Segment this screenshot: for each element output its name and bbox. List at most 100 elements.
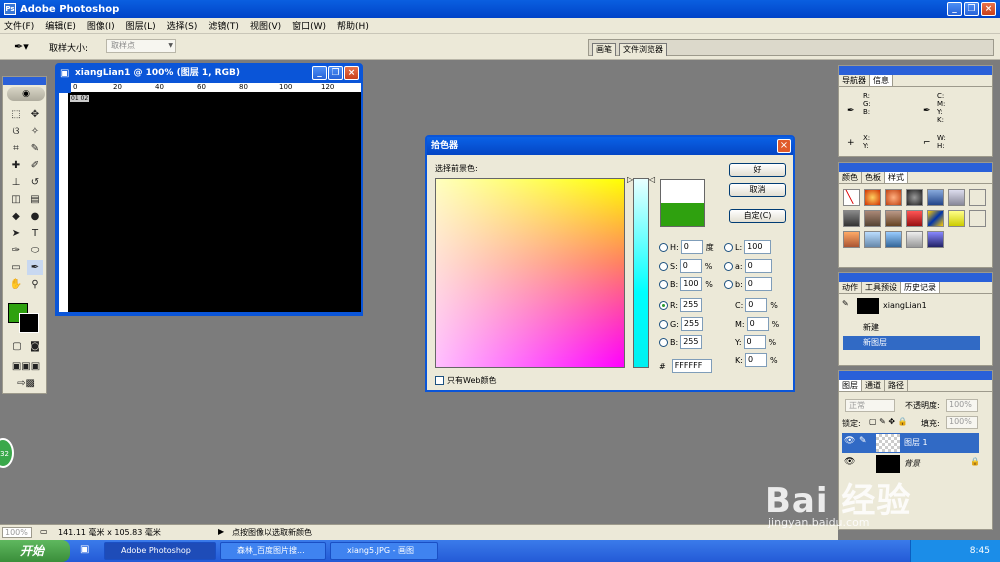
stamp-tool-icon[interactable]: ⊥ <box>8 175 24 190</box>
start-button[interactable]: 开始 <box>0 540 70 562</box>
show-desktop-icon[interactable]: ▣ <box>80 544 89 555</box>
history-item[interactable]: 新建 <box>843 321 983 335</box>
style-swatch[interactable] <box>885 189 902 206</box>
pen-tool-icon[interactable]: ✑ <box>8 243 24 258</box>
standard-mode-icon[interactable]: ▢ <box>9 339 25 354</box>
tab-info[interactable]: 信息 <box>870 75 893 86</box>
radio-a[interactable] <box>724 261 733 271</box>
tab-brushes[interactable]: 画笔 <box>592 43 616 56</box>
doc-minimize-button[interactable]: _ <box>312 66 327 80</box>
adobe-online-icon[interactable]: ◉ <box>7 87 45 101</box>
shape-tool-icon[interactable]: ⬭ <box>27 243 43 258</box>
maximize-button[interactable]: ❐ <box>964 2 979 16</box>
styles-panel-header[interactable] <box>839 163 992 172</box>
b-field[interactable]: 100 <box>680 277 703 291</box>
snapshot-name[interactable]: xiangLian1 <box>883 301 927 310</box>
style-swatch[interactable] <box>906 231 923 248</box>
menu-select[interactable]: 选择(S) <box>167 19 198 32</box>
radio-s[interactable] <box>659 261 668 271</box>
hue-slider[interactable] <box>633 178 649 368</box>
a-field[interactable]: 0 <box>744 259 772 273</box>
radio-r[interactable] <box>659 300 668 310</box>
screen-mode-icon[interactable]: ▣▣▣ <box>7 359 45 374</box>
hand-tool-icon[interactable]: ✋ <box>8 277 24 292</box>
menu-help[interactable]: 帮助(H) <box>337 19 369 32</box>
move-tool-icon[interactable]: ✥ <box>27 107 43 122</box>
cancel-button[interactable]: 取消 <box>729 183 786 197</box>
marquee-tool-icon[interactable]: ⬚ <box>8 107 24 122</box>
close-button[interactable]: × <box>981 2 996 16</box>
visibility-eye-icon[interactable]: 👁 <box>844 436 855 446</box>
doc-maximize-button[interactable]: ❐ <box>328 66 343 80</box>
eraser-tool-icon[interactable]: ◫ <box>8 192 24 207</box>
history-item-active[interactable]: 新图层 <box>843 336 980 350</box>
opacity-field[interactable]: 100% <box>946 399 978 412</box>
s-field[interactable]: 0 <box>679 259 702 273</box>
tab-paths[interactable]: 路径 <box>885 380 908 391</box>
radio-lab-b[interactable] <box>724 279 733 289</box>
status-arrow-icon[interactable]: ▶ <box>218 527 224 536</box>
task-paint[interactable]: xiang5.JPG - 画图 <box>330 542 438 560</box>
clock[interactable]: 8:45 <box>970 546 990 556</box>
background-color-swatch[interactable] <box>19 313 39 333</box>
history-panel-header[interactable] <box>839 273 992 282</box>
blend-mode-select[interactable]: 正常 <box>845 399 895 412</box>
sample-size-select[interactable]: 取样点 <box>106 39 176 53</box>
magic-wand-icon[interactable]: ✧ <box>27 124 43 139</box>
info-panel-header[interactable] <box>839 66 992 75</box>
path-select-icon[interactable]: ➤ <box>8 226 24 241</box>
menu-edit[interactable]: 编辑(E) <box>45 19 76 32</box>
lasso-tool-icon[interactable]: ଓ <box>8 124 24 139</box>
image-canvas[interactable]: 01 02 <box>69 93 361 312</box>
blue-field[interactable]: 255 <box>680 335 703 349</box>
slider-arrow-right-icon[interactable]: ◁ <box>649 175 655 184</box>
slice-tool-icon[interactable]: ✎ <box>27 141 43 156</box>
tab-navigator[interactable]: 导航器 <box>839 75 870 86</box>
doc-close-button[interactable]: × <box>344 66 359 80</box>
tab-styles[interactable]: 样式 <box>885 172 908 183</box>
side-badge[interactable]: 32 <box>0 438 14 468</box>
picker-close-button[interactable]: × <box>777 139 791 153</box>
slider-arrow-left-icon[interactable]: ▷ <box>627 175 633 184</box>
jump-to-imageready-icon[interactable]: ⇨▩ <box>7 376 45 391</box>
zoom-tool-icon[interactable]: ⚲ <box>27 277 43 292</box>
visibility-eye-icon[interactable]: 👁 <box>844 457 855 467</box>
y-field[interactable]: 0 <box>743 335 766 349</box>
healing-brush-icon[interactable]: ✚ <box>8 158 24 173</box>
style-swatch[interactable] <box>864 189 881 206</box>
type-tool-icon[interactable]: T <box>27 226 43 241</box>
style-swatch[interactable] <box>906 210 923 227</box>
toolbox-header[interactable] <box>3 77 46 85</box>
minimize-button[interactable]: _ <box>947 2 962 16</box>
h-field[interactable]: 0 <box>680 240 703 254</box>
crop-tool-icon[interactable]: ⌗ <box>8 141 24 156</box>
k-field[interactable]: 0 <box>744 353 767 367</box>
menu-file[interactable]: 文件(F) <box>4 19 34 32</box>
eyedropper-icon[interactable]: ✒▾ <box>14 40 36 54</box>
ok-button[interactable]: 好 <box>729 163 786 177</box>
style-swatch[interactable] <box>843 231 860 248</box>
dodge-tool-icon[interactable]: ● <box>27 209 43 224</box>
menu-image[interactable]: 图像(I) <box>87 19 115 32</box>
m-field[interactable]: 0 <box>746 317 769 331</box>
quick-mask-icon[interactable]: ◙ <box>27 339 43 354</box>
custom-button[interactable]: 自定(C) <box>729 209 786 223</box>
fill-field[interactable]: 100% <box>946 416 978 429</box>
style-swatch[interactable] <box>948 210 965 227</box>
style-none[interactable]: ╲ <box>843 189 860 206</box>
style-swatch[interactable] <box>864 210 881 227</box>
color-field[interactable] <box>435 178 625 368</box>
tab-actions[interactable]: 动作 <box>839 282 862 293</box>
blur-tool-icon[interactable]: ◆ <box>8 209 24 224</box>
hex-field[interactable]: FFFFFF <box>671 359 712 373</box>
tab-file-browser[interactable]: 文件浏览器 <box>619 43 667 56</box>
lock-icons[interactable]: ▢ ✎ ✥ 🔒 <box>869 417 908 426</box>
radio-blue[interactable] <box>659 337 668 347</box>
history-brush-source-icon[interactable]: ✎ <box>842 299 852 311</box>
r-field[interactable]: 255 <box>680 298 703 312</box>
menu-view[interactable]: 视图(V) <box>250 19 281 32</box>
task-browser[interactable]: 森林_百度图片搜... <box>220 542 326 560</box>
menu-window[interactable]: 窗口(W) <box>292 19 326 32</box>
style-swatch[interactable] <box>885 231 902 248</box>
layer-row[interactable]: 👁 背景 🔒 <box>842 454 980 474</box>
